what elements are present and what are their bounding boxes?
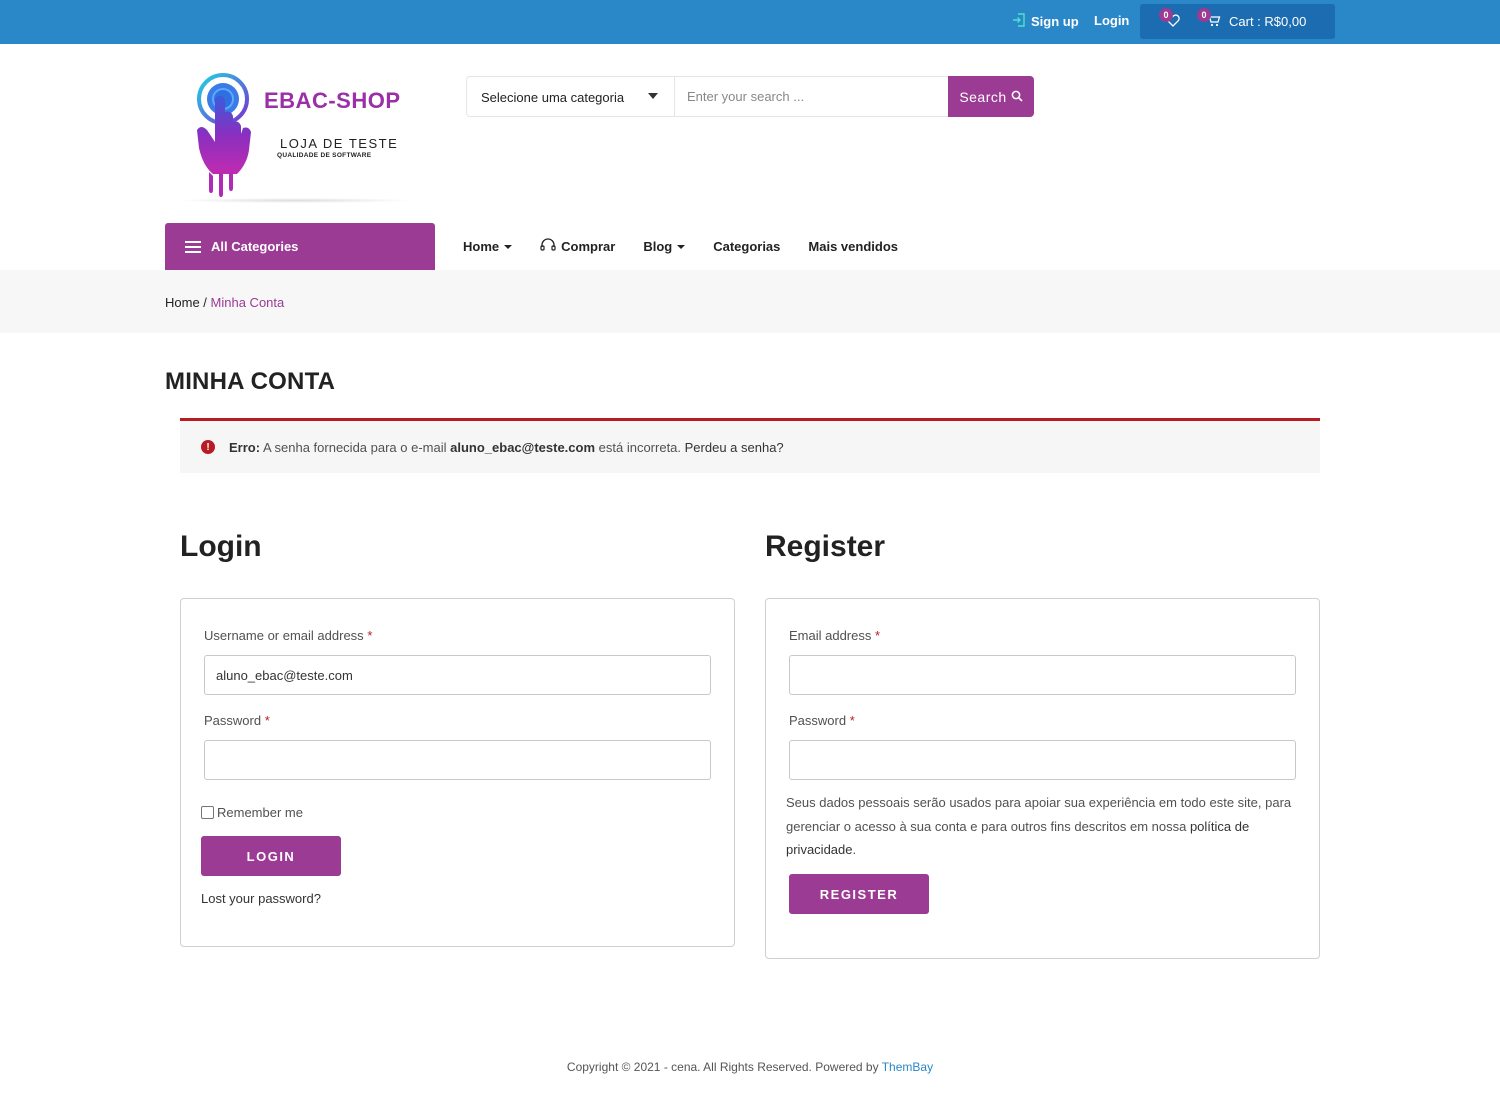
nav-item-mais-vendidos[interactable]: Mais vendidos (808, 239, 898, 254)
headset-icon (540, 238, 556, 255)
breadcrumb-home[interactable]: Home (165, 295, 200, 310)
error-email: aluno_ebac@teste.com (450, 440, 596, 455)
site-logo[interactable]: EBAC-SHOP LOJA DE TESTE QUALIDADE DE SOF… (175, 68, 420, 208)
search-bar: Selecione uma categoria Search (466, 76, 1034, 117)
nav-item-comprar[interactable]: Comprar (540, 238, 615, 255)
required-mark: * (849, 713, 855, 728)
footer-copyright: Copyright © 2021 - cena. All Rights Rese… (0, 1060, 1500, 1074)
search-button-label: Search (959, 88, 1007, 105)
remember-me-label: Remember me (217, 805, 303, 820)
password-field[interactable] (204, 740, 711, 780)
password-label: Password * (204, 713, 270, 728)
login-title: Login (180, 530, 262, 563)
error-prefix: Erro: (229, 440, 261, 455)
login-button[interactable]: LOGIN (201, 836, 341, 876)
search-button[interactable]: Search (948, 76, 1034, 117)
nav-item-mais-vendidos-label: Mais vendidos (808, 239, 898, 254)
username-label: Username or email address * (204, 628, 372, 643)
breadcrumb-band: Home / Minha Conta (0, 270, 1500, 333)
privacy-end: . (852, 842, 857, 857)
nav-item-categorias[interactable]: Categorias (713, 239, 780, 254)
register-password-label-text: Password (789, 713, 847, 728)
top-bar: Sign up Login 0 0 Cart : R$0,00 (0, 0, 1500, 44)
all-categories-button[interactable]: All Categories (165, 223, 435, 270)
error-notice: ! Erro: A senha fornecida para o e-mail … (180, 418, 1320, 473)
register-title: Register (765, 530, 886, 563)
cart-total[interactable]: Cart : R$0,00 (1229, 14, 1306, 29)
login-form: Username or email address * Password * R… (180, 598, 735, 947)
breadcrumb: Home / Minha Conta (165, 295, 284, 310)
register-password-label: Password * (789, 713, 855, 728)
category-select-value: Selecione uma categoria (481, 90, 625, 105)
hand-pointer-logo-icon (197, 73, 251, 197)
username-label-text: Username or email address (204, 628, 364, 643)
logo-tagline: LOJA DE TESTE (280, 136, 399, 151)
error-text-before: A senha fornecida para o e-mail (260, 440, 451, 455)
search-icon (1011, 89, 1023, 105)
cart-count-badge: 0 (1197, 8, 1211, 22)
required-mark: * (264, 713, 270, 728)
error-icon: ! (201, 440, 215, 454)
remember-me-checkbox[interactable] (201, 806, 214, 819)
chevron-down-icon (648, 93, 658, 99)
footer-themebay-link[interactable]: ThemBay (882, 1060, 933, 1074)
logo-brand-text: EBAC-SHOP (264, 88, 401, 113)
login-link[interactable]: Login (1094, 13, 1129, 28)
register-email-field[interactable] (789, 655, 1296, 695)
caret-down-icon (504, 244, 513, 249)
password-label-text: Password (204, 713, 262, 728)
footer-text: Copyright © 2021 - cena. All Rights Rese… (566, 1060, 882, 1074)
menu-icon (185, 240, 201, 253)
required-mark: * (875, 628, 881, 643)
remember-me[interactable]: Remember me (201, 805, 303, 820)
signup-label: Sign up (1031, 14, 1079, 29)
nav-item-home[interactable]: Home (463, 239, 513, 254)
signup-icon (1012, 13, 1026, 30)
nav-item-blog-label: Blog (643, 239, 673, 254)
privacy-notice: Seus dados pessoais serão usados para ap… (786, 791, 1306, 862)
logo-subtagline: QUALIDADE DE SOFTWARE (277, 152, 372, 159)
caret-down-icon (677, 244, 686, 249)
search-input[interactable] (676, 77, 948, 116)
nav-item-blog[interactable]: Blog (643, 239, 686, 254)
register-button[interactable]: REGISTER (789, 874, 929, 914)
cart-box[interactable]: 0 0 Cart : R$0,00 (1140, 4, 1335, 39)
category-select[interactable]: Selecione uma categoria (467, 77, 675, 116)
page-title: MINHA CONTA (165, 368, 336, 395)
nav-item-comprar-label: Comprar (561, 239, 616, 254)
email-label: Email address * (789, 628, 880, 643)
logo-shadow (175, 198, 415, 203)
nav-item-home-label: Home (463, 239, 500, 254)
main-nav: Home Comprar Blog Categorias Mais vendid… (463, 238, 926, 255)
wishlist-count-badge: 0 (1159, 8, 1173, 22)
error-message: Erro: A senha fornecida para o e-mail al… (229, 440, 784, 455)
nav-item-categorias-label: Categorias (713, 239, 781, 254)
error-text-after: está incorreta. (595, 440, 685, 455)
register-form: Email address * Password * Seus dados pe… (765, 598, 1320, 959)
lost-password-link[interactable]: Lost your password? (201, 891, 321, 906)
signup-link[interactable]: Sign up (1012, 13, 1079, 30)
username-field[interactable] (204, 655, 711, 695)
required-mark: * (367, 628, 373, 643)
breadcrumb-separator: / (199, 295, 211, 310)
email-label-text: Email address (789, 628, 872, 643)
lost-password-link[interactable]: Perdeu a senha? (685, 440, 784, 455)
all-categories-label: All Categories (211, 239, 299, 254)
register-password-field[interactable] (789, 740, 1296, 780)
breadcrumb-current: Minha Conta (210, 295, 285, 310)
